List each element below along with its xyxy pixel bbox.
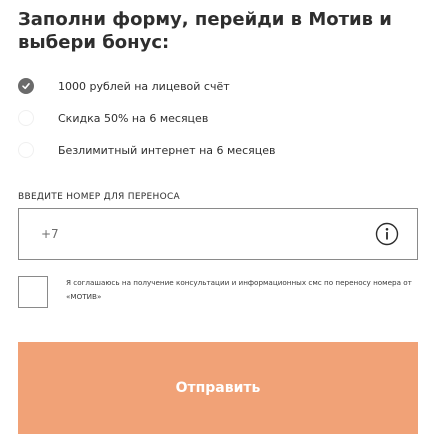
bonus-option-label: Скидка 50% на 6 месяцев <box>58 111 209 125</box>
consent-row: Я соглашаюсь на получение консультации и… <box>18 276 418 316</box>
bonus-option-label: 1000 рублей на лицевой счёт <box>58 79 230 93</box>
bonus-options: 1000 рублей на лицевой счёт Скидка 50% н… <box>18 70 418 166</box>
bonus-option-balance[interactable]: 1000 рублей на лицевой счёт <box>18 70 418 102</box>
check-icon <box>22 83 30 90</box>
form-title: Заполни форму, перейди в Мотив и выбери … <box>18 9 392 53</box>
consent-checkbox[interactable] <box>18 276 48 308</box>
submit-button[interactable]: Отправить <box>18 342 418 434</box>
radio-selected[interactable] <box>18 78 34 94</box>
phone-input[interactable] <box>41 227 361 241</box>
consent-text: Я соглашаюсь на получение консультации и… <box>66 278 412 301</box>
phone-field-label: ВВЕДИТЕ НОМЕР ДЛЯ ПЕРЕНОСА <box>18 192 181 202</box>
radio-unselected[interactable] <box>18 110 34 126</box>
bonus-option-label: Безлимитный интернет на 6 месяцев <box>58 143 276 157</box>
radio-unselected[interactable] <box>18 142 34 158</box>
bonus-option-discount[interactable]: Скидка 50% на 6 месяцев <box>18 102 418 134</box>
phone-field[interactable] <box>18 208 418 260</box>
bonus-option-internet[interactable]: Безлимитный интернет на 6 месяцев <box>18 134 418 166</box>
info-icon[interactable] <box>375 222 399 246</box>
